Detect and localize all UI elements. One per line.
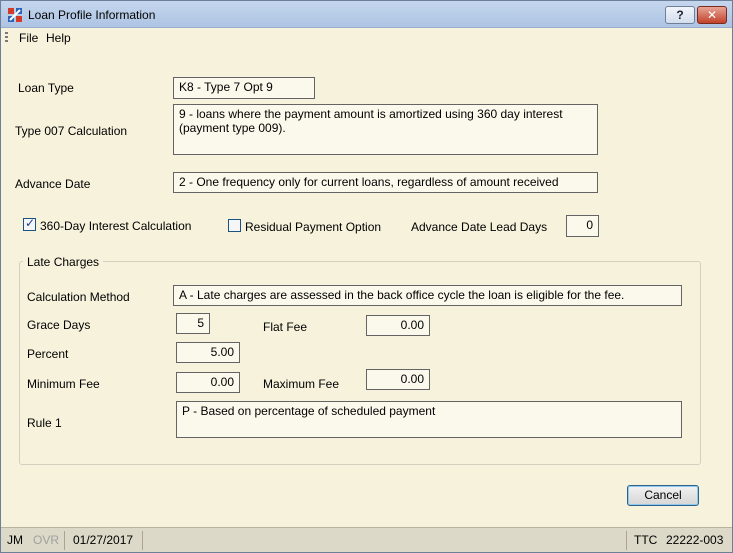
grace-days-label: Grace Days xyxy=(27,318,91,332)
percent-label: Percent xyxy=(27,347,69,361)
status-ttc-label: TTC xyxy=(634,533,658,547)
close-button[interactable]: ✕ xyxy=(697,6,727,24)
rule1-field[interactable]: P - Based on percentage of scheduled pay… xyxy=(176,401,682,438)
advance-date-field[interactable]: 2 - One frequency only for current loans… xyxy=(173,172,598,193)
type007-field[interactable]: 9 - loans where the payment amount is am… xyxy=(173,104,598,155)
loan-profile-window: Loan Profile Information ? ✕ File Help L… xyxy=(0,0,733,553)
calc-method-field[interactable]: A - Late charges are assessed in the bac… xyxy=(173,285,682,306)
lead-days-label: Advance Date Lead Days xyxy=(411,220,548,234)
status-date: 01/27/2017 xyxy=(73,533,134,547)
help-button[interactable]: ? xyxy=(665,6,695,24)
grace-days-field[interactable]: 5 xyxy=(176,313,210,334)
min-fee-field[interactable]: 0.00 xyxy=(176,372,240,393)
menu-file[interactable]: File xyxy=(17,31,40,45)
status-separator xyxy=(64,531,65,550)
check-icon: ✓ xyxy=(25,216,36,230)
menu-bar: File Help xyxy=(1,28,732,48)
interest360-label[interactable]: 360-Day Interest Calculation xyxy=(40,219,191,233)
late-charges-title: Late Charges xyxy=(23,255,104,269)
help-icon: ? xyxy=(676,8,684,22)
percent-field[interactable]: 5.00 xyxy=(176,342,240,363)
status-separator xyxy=(626,531,627,550)
max-fee-field[interactable]: 0.00 xyxy=(366,369,430,390)
flat-fee-field[interactable]: 0.00 xyxy=(366,315,430,336)
window-title: Loan Profile Information xyxy=(28,8,156,22)
status-ttc-value: 22222-003 xyxy=(666,533,724,547)
lead-days-field[interactable]: 0 xyxy=(566,215,599,237)
loan-type-field[interactable]: K8 - Type 7 Opt 9 xyxy=(173,77,315,99)
flat-fee-label: Flat Fee xyxy=(263,320,308,334)
title-bar[interactable]: Loan Profile Information ? ✕ xyxy=(1,1,732,28)
interest360-checkbox[interactable]: ✓ xyxy=(23,216,36,231)
calc-method-label: Calculation Method xyxy=(27,290,130,304)
status-user: JM xyxy=(7,533,23,547)
advance-date-label: Advance Date xyxy=(15,177,91,191)
close-icon: ✕ xyxy=(706,8,718,22)
menu-help[interactable]: Help xyxy=(44,31,73,45)
residual-label[interactable]: Residual Payment Option xyxy=(245,220,381,234)
min-fee-label: Minimum Fee xyxy=(27,377,100,391)
status-mode: OVR xyxy=(33,533,60,547)
residual-checkbox[interactable] xyxy=(228,219,241,232)
menu-grip-icon xyxy=(5,32,8,44)
cancel-button[interactable]: Cancel xyxy=(627,485,699,506)
loan-type-label: Loan Type xyxy=(18,81,74,95)
status-separator xyxy=(142,531,143,550)
max-fee-label: Maximum Fee xyxy=(263,377,340,391)
type007-label: Type 007 Calculation xyxy=(15,124,128,138)
status-bar: JM OVR 01/27/2017 TTC 22222-003 xyxy=(1,527,732,552)
rule1-label: Rule 1 xyxy=(27,416,62,430)
app-logo-icon xyxy=(8,8,22,22)
